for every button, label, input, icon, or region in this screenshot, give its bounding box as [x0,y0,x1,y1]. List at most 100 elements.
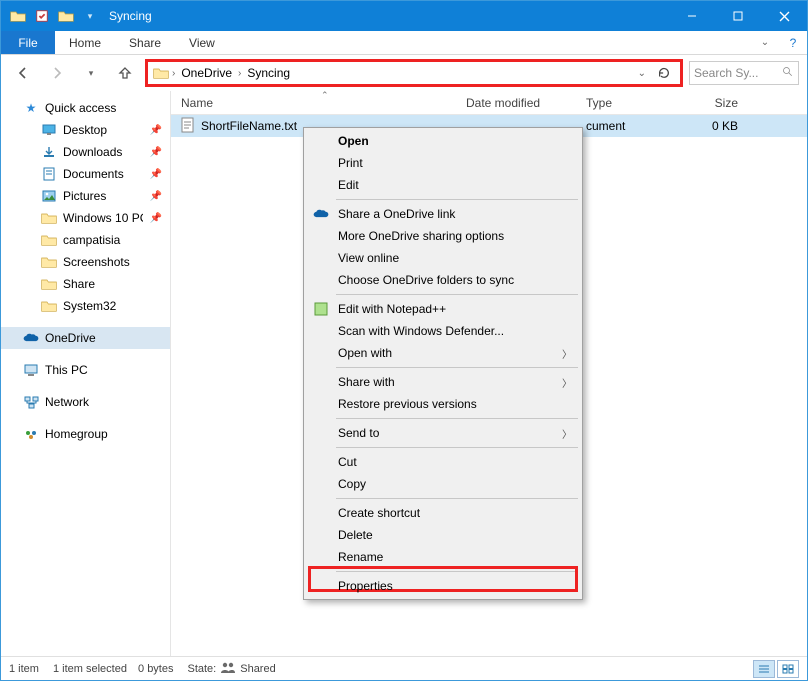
menu-separator [336,418,578,419]
network-icon [23,394,39,410]
sidebar-item-network[interactable]: Network [1,391,170,413]
homegroup-icon [23,426,39,442]
menu-item-scan-defender[interactable]: Scan with Windows Defender... [306,320,580,342]
sidebar-item-homegroup[interactable]: Homegroup [1,423,170,445]
menu-item-rename[interactable]: Rename [306,546,580,568]
navigation-pane[interactable]: ★ Quick access Desktop 📌 Downloads 📌 Doc… [1,91,171,656]
navbar: ▾ › OneDrive › Syncing ⌄ Search Sy... [1,55,807,91]
breadcrumb-syncing[interactable]: Syncing [243,66,294,80]
folder-icon [7,5,29,27]
sidebar-label: Share [63,277,95,291]
chevron-right-icon[interactable]: › [170,68,177,79]
column-size[interactable]: Size [676,96,756,110]
refresh-button[interactable] [652,61,676,85]
file-name: ShortFileName.txt [201,119,297,133]
menu-item-edit-npp[interactable]: Edit with Notepad++ [306,298,580,320]
menu-separator [336,447,578,448]
menu-item-send-to[interactable]: Send to〉 [306,422,580,444]
column-headers: Name ⌃ Date modified Type Size [171,91,807,115]
details-view-button[interactable] [753,660,775,678]
desktop-icon [41,122,57,138]
menu-item-edit[interactable]: Edit [306,174,580,196]
sidebar-item-onedrive[interactable]: OneDrive [1,327,170,349]
explorer-window: ▾ Syncing File Home Share View ⌄ ? ▾ [0,0,808,681]
back-button[interactable] [9,59,37,87]
sidebar-item-pictures[interactable]: Pictures 📌 [1,185,170,207]
menu-item-open[interactable]: Open [306,130,580,152]
tab-share[interactable]: Share [115,31,175,54]
minimize-button[interactable] [669,1,715,31]
onedrive-icon [23,330,39,346]
search-icon [782,66,794,81]
help-button[interactable]: ? [779,31,807,54]
column-name[interactable]: Name ⌃ [171,96,456,110]
forward-button[interactable] [43,59,71,87]
quick-access-toolbar: ▾ [1,5,101,27]
ribbon-expand-button[interactable]: ⌄ [751,31,779,54]
menu-item-open-with[interactable]: Open with〉 [306,342,580,364]
status-state: State: Shared [187,661,275,676]
menu-item-delete[interactable]: Delete [306,524,580,546]
recent-locations-button[interactable]: ▾ [77,59,105,87]
column-type[interactable]: Type [576,96,676,110]
sidebar-label: Downloads [63,145,122,159]
breadcrumb-onedrive[interactable]: OneDrive [177,66,236,80]
qat-properties-button[interactable] [31,5,53,27]
menu-item-copy[interactable]: Copy [306,473,580,495]
menu-item-properties[interactable]: Properties [306,575,580,597]
tab-view[interactable]: View [175,31,229,54]
downloads-icon [41,144,57,160]
sidebar-item-desktop[interactable]: Desktop 📌 [1,119,170,141]
search-placeholder: Search Sy... [694,66,758,80]
view-switcher [753,660,799,678]
sidebar-item-screenshots[interactable]: Screenshots [1,251,170,273]
menu-separator [336,367,578,368]
menu-item-create-shortcut[interactable]: Create shortcut [306,502,580,524]
qat-dropdown-button[interactable]: ▾ [79,5,101,27]
up-button[interactable] [111,59,139,87]
column-date[interactable]: Date modified [456,96,576,110]
maximize-button[interactable] [715,1,761,31]
menu-item-choose-sync[interactable]: Choose OneDrive folders to sync [306,269,580,291]
sidebar-item-downloads[interactable]: Downloads 📌 [1,141,170,163]
menu-item-more-sharing[interactable]: More OneDrive sharing options [306,225,580,247]
search-input[interactable]: Search Sy... [689,61,799,85]
column-label: Name [181,96,213,110]
menu-item-view-online[interactable]: View online [306,247,580,269]
sidebar-item-share[interactable]: Share [1,273,170,295]
sidebar-item-system32[interactable]: System32 [1,295,170,317]
titlebar: ▾ Syncing [1,1,807,31]
qat-new-folder-button[interactable] [55,5,77,27]
pin-icon: 📌 [150,169,162,180]
sidebar-item-documents[interactable]: Documents 📌 [1,163,170,185]
chevron-right-icon[interactable]: › [236,68,243,79]
pin-icon: 📌 [150,213,162,224]
folder-icon [152,64,170,82]
folder-icon [41,210,57,226]
menu-item-share-onedrive[interactable]: Share a OneDrive link [306,203,580,225]
close-button[interactable] [761,1,807,31]
sidebar-label: Network [45,395,89,409]
address-bar[interactable]: › OneDrive › Syncing ⌄ [145,59,683,87]
sidebar-label: System32 [63,299,116,313]
file-tab[interactable]: File [1,31,55,54]
sidebar-item-thispc[interactable]: This PC [1,359,170,381]
ribbon: File Home Share View ⌄ ? [1,31,807,55]
file-cell-size: 0 KB [676,119,756,133]
large-icons-view-button[interactable] [777,660,799,678]
menu-separator [336,294,578,295]
menu-item-share-with[interactable]: Share with〉 [306,371,580,393]
pin-icon: 📌 [150,147,162,158]
menu-item-restore[interactable]: Restore previous versions [306,393,580,415]
menu-separator [336,571,578,572]
address-history-button[interactable]: ⌄ [636,68,648,79]
menu-item-print[interactable]: Print [306,152,580,174]
sidebar-item-windows10pc1[interactable]: Windows 10 PC 1 📌 [1,207,170,229]
sidebar-item-quick-access[interactable]: ★ Quick access [1,97,170,119]
pc-icon [23,362,39,378]
sidebar-item-campatisia[interactable]: campatisia [1,229,170,251]
documents-icon [41,166,57,182]
menu-item-cut[interactable]: Cut [306,451,580,473]
sidebar-label: Quick access [45,101,116,115]
tab-home[interactable]: Home [55,31,115,54]
